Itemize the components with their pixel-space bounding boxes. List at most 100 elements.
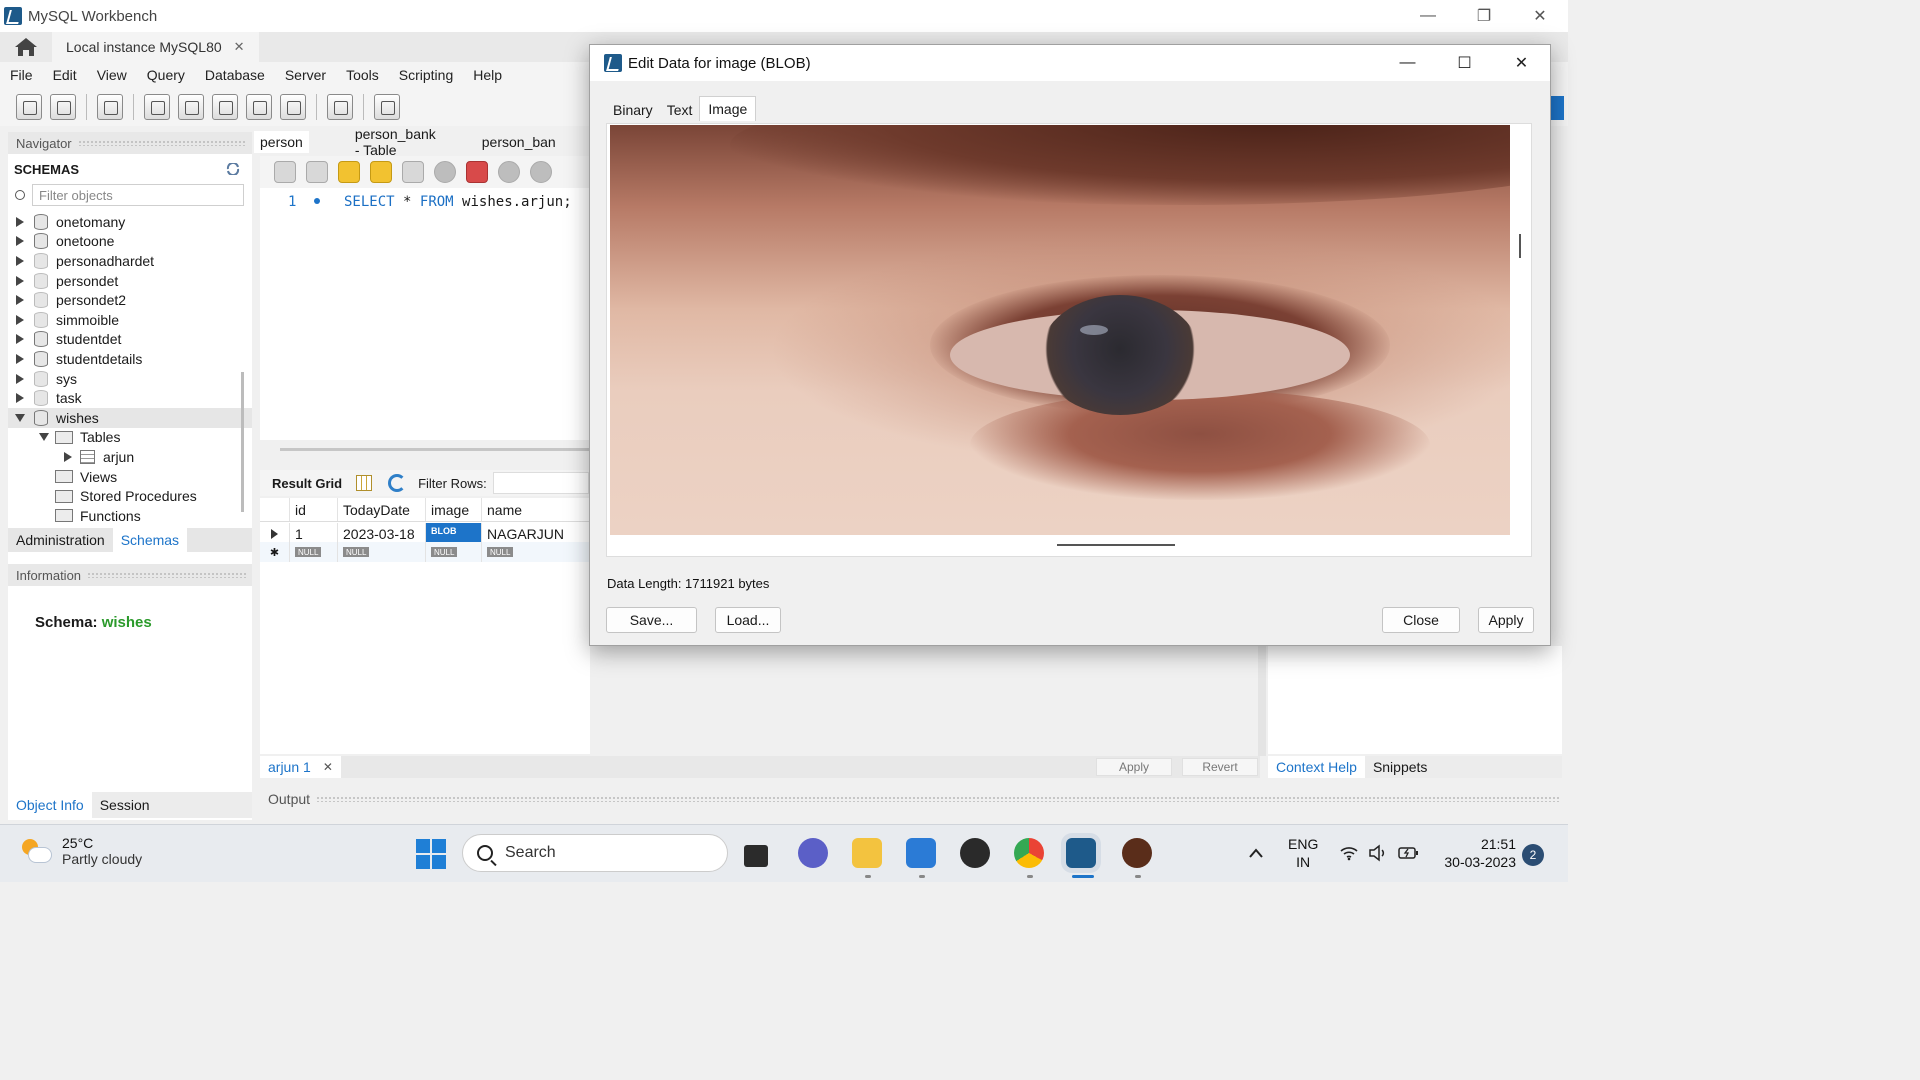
revert-button[interactable]: Revert <box>1182 758 1258 776</box>
table-row-new[interactable]: ✱ NULL NULL NULL NULL <box>260 542 590 562</box>
create-procedure-icon[interactable] <box>246 94 272 120</box>
chrome-icon[interactable] <box>1014 838 1044 868</box>
close-button[interactable]: ✕ <box>1512 0 1568 32</box>
tab-administration[interactable]: Administration <box>8 532 113 548</box>
expand-arrow-icon[interactable] <box>16 334 24 345</box>
reconnect-icon[interactable] <box>374 94 400 120</box>
windows-start-icon[interactable] <box>416 839 446 869</box>
stop-icon[interactable] <box>434 161 456 183</box>
toggle-stop-on-error-icon[interactable] <box>466 161 488 183</box>
tree-item-onetoone[interactable]: onetoone <box>8 232 252 252</box>
close-tab-icon[interactable]: ✕ <box>323 760 333 774</box>
tab-object-info[interactable]: Object Info <box>8 792 92 818</box>
menu-query[interactable]: Query <box>147 67 185 83</box>
create-view-icon[interactable] <box>212 94 238 120</box>
dialog-minimize-button[interactable]: — <box>1379 45 1436 81</box>
media-player-icon[interactable] <box>960 838 990 868</box>
tab-snippets[interactable]: Snippets <box>1365 759 1435 775</box>
execute-icon[interactable] <box>338 161 360 183</box>
collapse-arrow-icon[interactable] <box>15 413 25 422</box>
tab-context-help[interactable]: Context Help <box>1268 756 1365 778</box>
wifi-icon[interactable] <box>1340 845 1358 861</box>
expand-arrow-icon[interactable] <box>16 255 24 266</box>
tree-item-persondet2[interactable]: persondet2 <box>8 290 252 310</box>
tab-person-ban[interactable]: person_ban <box>482 134 556 150</box>
tab-schemas[interactable]: Schemas <box>112 528 188 552</box>
rollback-icon[interactable] <box>530 161 552 183</box>
tab-image[interactable]: Image <box>699 96 757 121</box>
save-icon[interactable] <box>306 161 328 183</box>
menu-file[interactable]: File <box>10 67 33 83</box>
tab-person-bank-table[interactable]: person_bank - Table <box>355 126 436 158</box>
apply-button[interactable]: Apply <box>1478 607 1534 633</box>
notification-badge[interactable]: 2 <box>1522 844 1544 866</box>
tree-item-wishes[interactable]: wishes <box>8 407 252 428</box>
splitter[interactable] <box>1258 646 1266 756</box>
menu-view[interactable]: View <box>97 67 127 83</box>
teams-chat-icon[interactable] <box>798 838 828 868</box>
null-cell[interactable]: NULL <box>482 542 590 562</box>
explain-icon[interactable] <box>402 161 424 183</box>
tree-item-task[interactable]: task <box>8 388 252 408</box>
result-tab-arjun-1[interactable]: arjun 1 ✕ <box>260 756 341 778</box>
minimize-button[interactable]: — <box>1400 0 1456 32</box>
menu-edit[interactable]: Edit <box>53 67 77 83</box>
column-header-name[interactable]: name <box>482 498 590 521</box>
menu-help[interactable]: Help <box>473 67 502 83</box>
expand-arrow-icon[interactable] <box>16 353 24 364</box>
volume-icon[interactable] <box>1368 844 1388 862</box>
dialog-maximize-button[interactable]: ☐ <box>1436 45 1493 81</box>
save-button[interactable]: Save... <box>606 607 697 633</box>
search-table-data-icon[interactable] <box>327 94 353 120</box>
home-icon[interactable] <box>12 35 40 59</box>
create-table-icon[interactable] <box>178 94 204 120</box>
tree-item-studentdetails[interactable]: studentdetails <box>8 349 252 369</box>
app-icon[interactable] <box>1122 838 1152 868</box>
image-hscrollbar[interactable] <box>1057 544 1175 546</box>
tree-item-persondet[interactable]: persondet <box>8 271 252 291</box>
restore-button[interactable]: ❐ <box>1456 0 1512 32</box>
navigator-scrollbar[interactable] <box>241 372 244 512</box>
commit-icon[interactable] <box>498 161 520 183</box>
column-header-id[interactable]: id <box>290 498 338 521</box>
menu-database[interactable]: Database <box>205 67 265 83</box>
clock[interactable]: 21:51 30-03-2023 <box>1436 835 1516 871</box>
menu-scripting[interactable]: Scripting <box>399 67 453 83</box>
tab-person[interactable]: person <box>254 131 309 153</box>
close-tab-icon[interactable]: ✕ <box>234 39 245 55</box>
collapse-arrow-icon[interactable] <box>39 433 49 442</box>
null-cell[interactable]: NULL <box>290 542 338 562</box>
file-explorer-icon[interactable] <box>852 838 882 868</box>
apply-button[interactable]: Apply <box>1096 758 1172 776</box>
expand-arrow-icon[interactable] <box>16 373 24 384</box>
grid-icon[interactable] <box>356 475 373 491</box>
weather-widget[interactable]: 25°C Partly cloudy <box>20 835 142 867</box>
tree-item-views[interactable]: Views <box>8 467 252 487</box>
open-file-icon[interactable] <box>274 161 296 183</box>
language-indicator[interactable]: ENG IN <box>1288 835 1318 871</box>
execute-current-icon[interactable] <box>370 161 392 183</box>
tree-item-tables[interactable]: Tables <box>8 428 252 448</box>
image-vscrollbar[interactable] <box>1519 234 1521 258</box>
filter-objects-input[interactable]: Filter objects <box>15 184 244 206</box>
tree-item-simmoible[interactable]: simmoible <box>8 310 252 330</box>
microsoft-store-icon[interactable] <box>906 838 936 868</box>
sql-editor[interactable]: 1 SELECT * FROM wishes.arjun; <box>260 188 590 440</box>
expand-arrow-icon[interactable] <box>16 295 24 306</box>
tree-item-onetomany[interactable]: onetomany <box>8 212 252 232</box>
task-view-icon[interactable] <box>744 845 768 867</box>
expand-arrow-icon[interactable] <box>64 451 72 462</box>
editor-hscrollbar[interactable] <box>280 448 590 451</box>
create-schema-icon[interactable] <box>144 94 170 120</box>
mysql-workbench-taskbar-icon[interactable] <box>1066 838 1096 868</box>
refresh-icon[interactable] <box>226 163 240 175</box>
menu-tools[interactable]: Tools <box>346 67 379 83</box>
expand-arrow-icon[interactable] <box>16 216 24 227</box>
open-sql-script-icon[interactable] <box>50 94 76 120</box>
filter-rows-input[interactable] <box>492 472 589 494</box>
expand-arrow-icon[interactable] <box>16 275 24 286</box>
tab-text[interactable]: Text <box>660 99 700 121</box>
refresh-icon[interactable] <box>388 474 407 492</box>
tree-item-personadhardet[interactable]: personadhardet <box>8 251 252 271</box>
column-header-todaydate[interactable]: TodayDate <box>338 498 426 521</box>
